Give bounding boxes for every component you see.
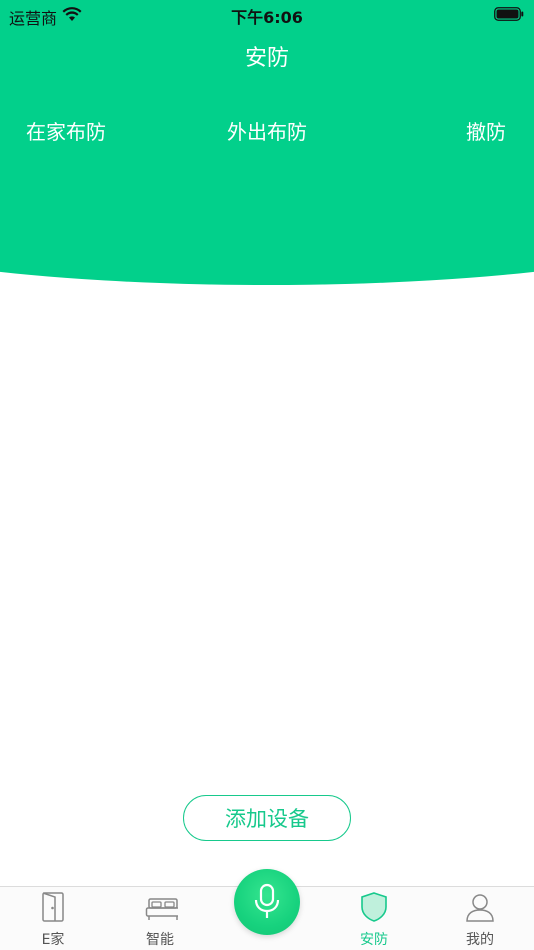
tab-label: E家 [41,932,65,948]
battery-icon [494,7,524,21]
arm-away-button[interactable]: 外出布防 [0,116,534,145]
microphone-icon [254,883,280,918]
page-title: 安防 [244,46,289,71]
tab-mine[interactable]: 我的 [440,887,520,950]
tab-security[interactable]: 安防 [334,887,414,950]
tab-smart[interactable]: 智能 [120,887,200,950]
tab-ehome[interactable]: E家 [13,887,93,950]
tab-label: 我的 [466,932,494,948]
tab-label: 智能 [146,932,174,948]
disarm-button[interactable]: 撤防 [466,116,506,145]
security-screen: 运营商 下午6:06 安防 在家布防 外出布防 撤防 添加设备 E家 智能 安防… [0,0,534,950]
tab-label: 安防 [360,932,388,948]
user-icon [466,894,494,922]
voice-button[interactable] [234,869,300,935]
shield-icon [361,892,387,922]
add-device-button[interactable]: 添加设备 [183,795,351,841]
status-time: 下午6:06 [231,8,303,27]
door-icon [42,892,64,922]
bed-icon [145,898,178,920]
status-bar: 运营商 下午6:06 [0,0,534,28]
